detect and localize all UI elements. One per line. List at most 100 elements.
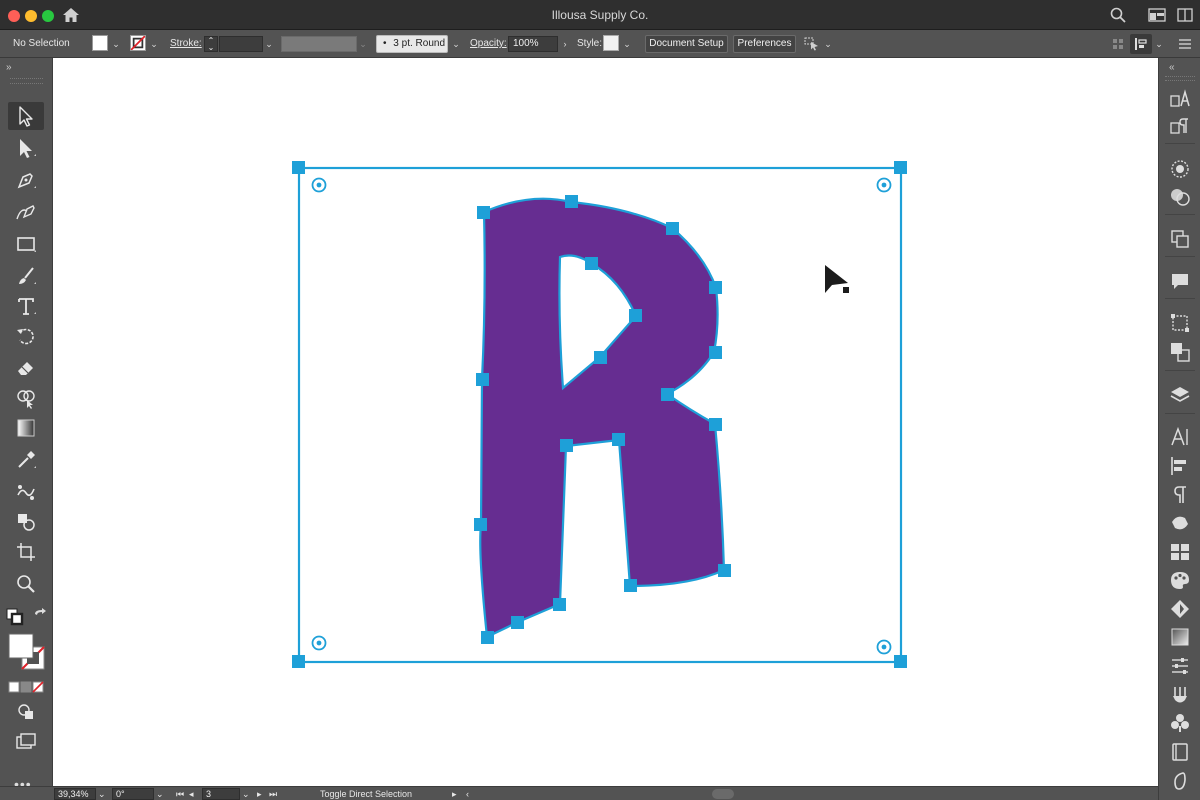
comments-icon[interactable] (1169, 270, 1191, 292)
shape-builder-tool[interactable] (8, 384, 44, 412)
color-guide-icon[interactable] (1169, 158, 1191, 180)
gradient-panel-icon[interactable] (1169, 626, 1191, 648)
character-icon[interactable] (1169, 426, 1191, 448)
eraser-tool[interactable] (8, 354, 44, 382)
graphic-style-swatch[interactable] (603, 35, 619, 51)
artboard-number-input[interactable]: 3 (202, 788, 240, 800)
last-artboard-button[interactable]: ⏭ (269, 788, 277, 800)
stroke-label[interactable]: Stroke: (170, 36, 202, 52)
fill-dropdown-arrow[interactable]: ⌄ (110, 36, 122, 52)
status-text: Toggle Direct Selection (320, 789, 413, 799)
align-icon[interactable] (1169, 455, 1191, 477)
libraries-book-icon[interactable] (1169, 741, 1191, 763)
status-menu-arrow[interactable]: ▸ (452, 788, 457, 800)
next-artboard-button[interactable]: ▸ (257, 788, 262, 800)
scroll-left-arrow[interactable]: ‹ (466, 788, 469, 800)
drawing-modes-button[interactable] (8, 698, 44, 726)
arrange-documents-icon[interactable] (1177, 7, 1193, 23)
status-bar: 39,34% ⌄ 0° ⌄ ⏮ ◂ 3 ⌄ ▸ ⏭ Toggle Direct … (0, 786, 1158, 800)
glyphs-icon[interactable] (1169, 770, 1191, 792)
stroke-weight-stepper[interactable]: ⌃ ⌄ (204, 36, 218, 52)
fill-stroke-swatches[interactable] (8, 633, 48, 673)
artboard-canvas[interactable] (53, 58, 1158, 786)
symbols-icon[interactable] (1169, 712, 1191, 734)
selection-options-icon[interactable] (804, 37, 820, 51)
artboards-icon[interactable] (1169, 228, 1191, 250)
preferences-button[interactable]: Preferences (733, 35, 796, 53)
dock-grip[interactable] (1165, 76, 1195, 81)
rotate-tool[interactable] (8, 322, 44, 350)
previous-artboard-button[interactable]: ◂ (189, 788, 194, 800)
menu-lines-icon[interactable] (1178, 37, 1192, 51)
properties-panel-toggle[interactable] (1130, 34, 1152, 54)
draw-normal-icon (18, 704, 33, 719)
artboard-tool[interactable] (8, 538, 44, 566)
blend-tool[interactable] (8, 478, 44, 506)
rotation-dropdown[interactable]: ⌄ (156, 788, 164, 800)
collapse-dock-icon[interactable]: « (1169, 62, 1175, 73)
opacity-dropdown[interactable]: › (559, 36, 571, 52)
rotation-input[interactable]: 0° (112, 788, 154, 800)
swatches-icon[interactable] (1169, 541, 1191, 563)
graphic-style-dropdown[interactable]: ⌄ (621, 36, 633, 52)
panel-options-dropdown[interactable]: ⌄ (1153, 36, 1165, 52)
color-icon[interactable] (1169, 186, 1191, 208)
zoom-level-input[interactable]: 39,34% (54, 788, 96, 800)
anchor-point (709, 418, 722, 431)
align-options-icon[interactable] (1112, 38, 1124, 50)
eyedropper-tool[interactable] (8, 446, 44, 474)
stroke-swatch[interactable] (130, 35, 146, 51)
collapse-panel-icon[interactable]: » (6, 62, 12, 73)
search-icon[interactable] (1110, 7, 1126, 23)
anchor-point (624, 579, 637, 592)
properties-sliders-icon[interactable] (1169, 655, 1191, 677)
workspace-icon[interactable] (1148, 7, 1166, 23)
paragraph-icon[interactable] (1169, 484, 1191, 506)
fill-swatch[interactable] (92, 35, 108, 51)
color-mode-buttons[interactable] (8, 680, 46, 693)
transform-icon[interactable] (1169, 312, 1191, 334)
horizontal-scrollbar-thumb[interactable] (712, 789, 734, 799)
stroke-dropdown-arrow[interactable]: ⌄ (148, 36, 160, 52)
zoom-dropdown[interactable]: ⌄ (98, 788, 106, 800)
character-styles-icon[interactable] (1169, 88, 1191, 110)
paragraph-styles-icon[interactable] (1169, 115, 1191, 137)
panel-grip[interactable] (10, 78, 43, 84)
pen-tool[interactable] (8, 166, 44, 194)
graphic-styles-icon[interactable] (1169, 598, 1191, 620)
shape-builder-alt-tool[interactable] (8, 508, 44, 536)
paintbrush-tool[interactable] (8, 262, 44, 290)
stroke-weight-input[interactable] (219, 36, 263, 52)
rotate-icon (17, 328, 34, 345)
rectangle-tool[interactable] (8, 230, 44, 258)
opacity-input[interactable]: 100% (508, 36, 558, 52)
stroke-weight-dropdown[interactable]: ⌄ (263, 36, 275, 52)
screen-mode-button[interactable] (8, 728, 44, 756)
selection-tool[interactable] (8, 102, 44, 130)
direct-selection-tool[interactable] (8, 134, 44, 162)
screen-mode-icon (16, 733, 36, 749)
variable-width-dropdown[interactable]: ⌄ (357, 36, 369, 52)
letter-r-shape[interactable] (479, 197, 726, 639)
curvature-tool[interactable] (8, 198, 44, 226)
opacity-label[interactable]: Opacity: (470, 36, 507, 52)
swap-fill-stroke-icon[interactable] (32, 608, 48, 624)
brushes-icon[interactable] (1169, 684, 1191, 706)
swatches-libraries-icon[interactable] (1169, 512, 1191, 534)
variable-width-profile[interactable] (281, 36, 357, 52)
brush-dropdown[interactable]: ⌄ (450, 36, 462, 52)
appearance-palette-icon[interactable] (1169, 569, 1191, 591)
handle-bottom-left (292, 655, 305, 668)
default-fill-stroke-icon[interactable] (6, 608, 24, 626)
pathfinder-icon[interactable] (1169, 341, 1191, 363)
selection-options-dropdown[interactable]: ⌄ (822, 36, 834, 52)
first-artboard-button[interactable]: ⏮ (176, 788, 184, 800)
document-setup-button[interactable]: Document Setup (645, 35, 728, 53)
brush-definition[interactable]: • 3 pt. Round (376, 35, 448, 53)
artboard-dropdown[interactable]: ⌄ (242, 788, 250, 800)
gradient-tool[interactable] (8, 414, 44, 442)
zoom-tool[interactable] (8, 570, 44, 598)
layers-icon[interactable] (1169, 384, 1191, 406)
type-tool[interactable] (8, 292, 44, 320)
anchor-point (565, 195, 578, 208)
